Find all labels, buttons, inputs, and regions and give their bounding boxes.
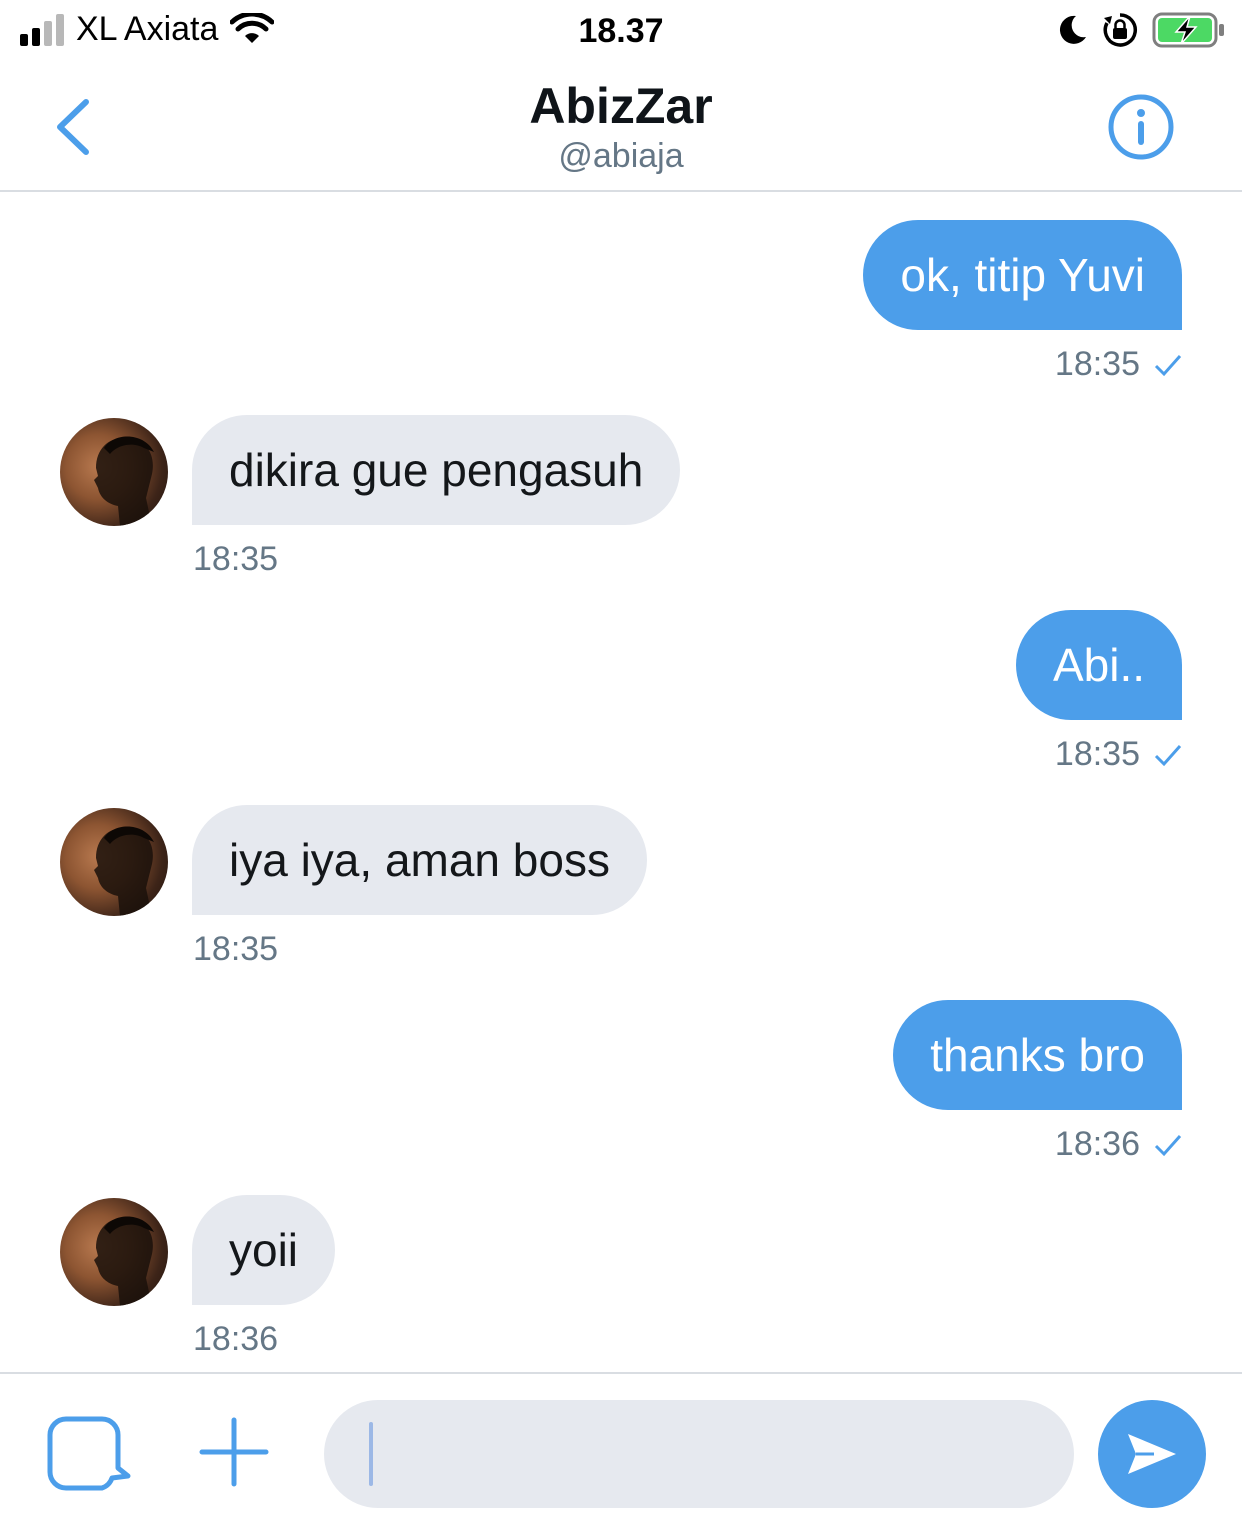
conversation-header: AbizZar @abiaja xyxy=(0,64,1242,192)
checkmark-icon xyxy=(1154,354,1182,376)
message-meta: 18:35 xyxy=(1055,735,1182,774)
outgoing-message-bubble[interactable]: Abi.. xyxy=(1015,610,1182,720)
send-button[interactable] xyxy=(1098,1400,1206,1508)
send-icon xyxy=(1128,1434,1176,1474)
avatar-silhouette xyxy=(94,1216,154,1306)
text-cursor xyxy=(369,1422,373,1486)
message-meta: 18:35 xyxy=(1055,345,1182,384)
message-time: 18:35 xyxy=(1054,735,1140,773)
avatar[interactable] xyxy=(60,418,168,526)
message-meta: 18:36 xyxy=(193,1320,278,1359)
moon-icon xyxy=(1059,15,1086,44)
message-time: 18:36 xyxy=(1054,1125,1140,1163)
plus-icon xyxy=(199,1417,269,1487)
message-input[interactable] xyxy=(324,1400,1074,1508)
avatar[interactable] xyxy=(60,808,168,916)
message-meta: 18:36 xyxy=(1055,1125,1182,1164)
status-bar: XL Axiata 18.37 xyxy=(0,0,1242,64)
incoming-message-bubble[interactable]: dikira gue pengasuh xyxy=(192,415,681,525)
message-time: 18:35 xyxy=(193,540,279,578)
orientation-lock-icon xyxy=(1103,13,1137,47)
contact-name: AbizZar xyxy=(529,78,713,134)
add-button[interactable] xyxy=(198,1416,270,1488)
avatar-silhouette xyxy=(94,436,154,526)
incoming-message-bubble[interactable]: yoii xyxy=(192,1195,336,1305)
info-icon xyxy=(1108,94,1174,160)
battery-charging-icon xyxy=(1152,12,1224,48)
contact-handle: @abiaja xyxy=(558,137,684,175)
message-meta: 18:35 xyxy=(193,930,278,969)
message-meta: 18:35 xyxy=(193,540,278,579)
message-time: 18:36 xyxy=(193,1320,279,1358)
status-right xyxy=(1056,12,1226,48)
media-icon xyxy=(47,1416,131,1491)
incoming-message-bubble[interactable]: iya iya, aman boss xyxy=(192,805,647,915)
avatar[interactable] xyxy=(60,1198,168,1306)
conversation-title[interactable]: AbizZar @abiaja xyxy=(0,78,1242,178)
message-composer xyxy=(0,1372,1242,1530)
message-time: 18:35 xyxy=(1054,345,1140,383)
message-time: 18:35 xyxy=(193,930,279,968)
checkmark-icon xyxy=(1154,1134,1182,1156)
outgoing-message-bubble[interactable]: thanks bro xyxy=(893,1000,1182,1110)
outgoing-message-bubble[interactable]: ok, titip Yuvi xyxy=(863,220,1182,330)
checkmark-icon xyxy=(1154,744,1182,766)
info-button[interactable] xyxy=(1108,94,1174,160)
media-button[interactable] xyxy=(46,1414,134,1494)
avatar-silhouette xyxy=(94,826,154,916)
